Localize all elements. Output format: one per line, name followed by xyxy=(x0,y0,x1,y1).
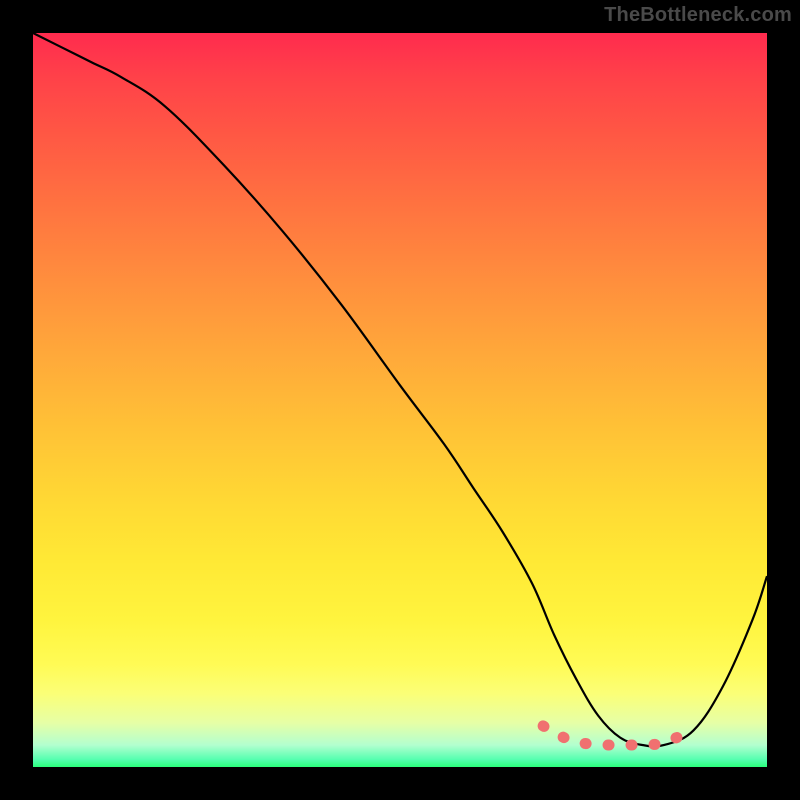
curve-svg xyxy=(33,33,767,767)
watermark-text: TheBottleneck.com xyxy=(604,4,792,27)
chart-container: TheBottleneck.com xyxy=(0,0,800,800)
bottleneck-curve-line xyxy=(33,33,767,747)
plot-area xyxy=(33,33,767,767)
